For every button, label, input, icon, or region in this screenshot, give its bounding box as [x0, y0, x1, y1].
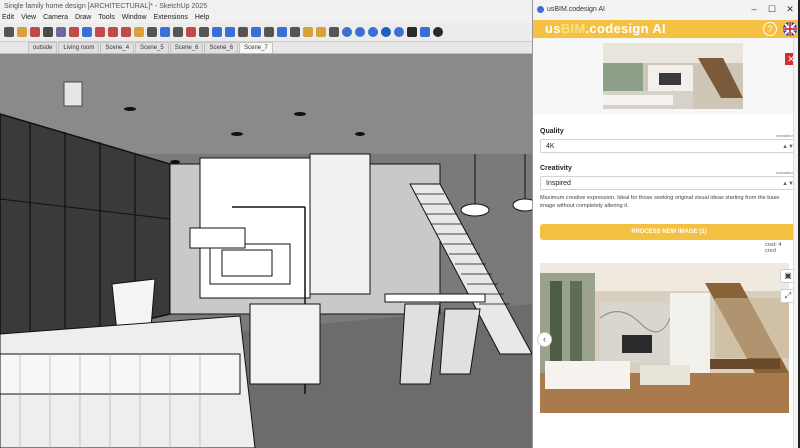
- push-pull-tool-icon[interactable]: [82, 27, 92, 37]
- drop-icon-5[interactable]: [394, 27, 404, 37]
- menu-camera[interactable]: Camera: [43, 13, 68, 23]
- warehouse-icon[interactable]: [238, 27, 248, 37]
- orbit-tool-icon[interactable]: [186, 27, 196, 37]
- add-icon[interactable]: [433, 27, 443, 37]
- codesign-plugin-window: usBIM.codesign AI – ☐ ✕ usBIM.codesign A…: [532, 0, 800, 448]
- drop-icon-4[interactable]: [381, 27, 391, 37]
- tape-measure-icon[interactable]: [147, 27, 157, 37]
- menu-view[interactable]: View: [21, 13, 36, 23]
- zoom-extents-icon[interactable]: [225, 27, 235, 37]
- scene-tabs: outside Living room Scene_4 Scene_5 Scen…: [0, 42, 532, 54]
- cost-label: cost: 4 cred: [765, 242, 782, 254]
- extension-icon[interactable]: [251, 27, 261, 37]
- quality-value: 4K: [546, 143, 555, 150]
- tab-scene[interactable]: Living room: [58, 42, 100, 53]
- shape-tool-icon[interactable]: [69, 27, 79, 37]
- quality-label: Quality: [540, 128, 564, 135]
- menu-draw[interactable]: Draw: [75, 13, 91, 23]
- folder-icon[interactable]: [303, 27, 313, 37]
- offset-tool-icon[interactable]: [134, 27, 144, 37]
- menu-edit[interactable]: Edit: [2, 13, 14, 23]
- creativity-description: Maximum creative expression. Ideal for t…: [540, 195, 780, 209]
- save-icon[interactable]: [329, 27, 339, 37]
- select-tool-icon[interactable]: [4, 27, 14, 37]
- rotate-tool-icon[interactable]: [108, 27, 118, 37]
- pencil-tool-icon[interactable]: [30, 27, 40, 37]
- maximize-icon[interactable]: ☐: [765, 3, 779, 16]
- creativity-label: Creativity: [540, 165, 572, 172]
- sketchup-window-title: Single family home design [ARCHITECTURAL…: [4, 3, 208, 10]
- generated-image: [540, 263, 789, 413]
- move-tool-icon[interactable]: [95, 27, 105, 37]
- tab-scene[interactable]: Scene_4: [100, 42, 135, 53]
- tab-scene[interactable]: Scene_6: [169, 42, 204, 53]
- plugin-window-title: usBIM.codesign AI: [547, 6, 605, 13]
- previous-image-arrow[interactable]: ‹: [537, 332, 552, 347]
- base-image-thumbnail: [603, 43, 743, 109]
- model-viewport[interactable]: [0, 54, 532, 448]
- text-tool-icon[interactable]: [173, 27, 183, 37]
- open-icon[interactable]: [316, 27, 326, 37]
- creativity-value: Inspired: [546, 180, 571, 187]
- process-image-button[interactable]: PROCESS NEW IMAGE (1): [540, 224, 798, 240]
- usbim-logo: usBIM.codesign AI: [545, 21, 666, 36]
- menu-tools[interactable]: Tools: [98, 13, 114, 23]
- arc-tool-icon[interactable]: [56, 27, 66, 37]
- line-tool-icon[interactable]: [43, 27, 53, 37]
- tab-scene[interactable]: Scene_6: [204, 42, 239, 53]
- tab-scene-active[interactable]: Scene_7: [239, 42, 273, 53]
- zoom-tool-icon[interactable]: [212, 27, 222, 37]
- language-flag-icon[interactable]: [783, 22, 797, 36]
- magnet-icon[interactable]: [407, 27, 417, 37]
- sketchup-toolbar: [0, 23, 532, 42]
- styles-icon[interactable]: [290, 27, 300, 37]
- app-icon: [537, 6, 544, 13]
- pan-tool-icon[interactable]: [199, 27, 209, 37]
- model-drawing: [0, 54, 532, 448]
- quality-select[interactable]: 4K ▲▼: [540, 139, 798, 153]
- layout-icon[interactable]: [264, 27, 274, 37]
- codesign-plugin-icon[interactable]: [420, 27, 430, 37]
- menu-help[interactable]: Help: [195, 13, 209, 23]
- sketchup-title-bar: Single family home design [ARCHITECTURAL…: [0, 0, 532, 13]
- dimension-tool-icon[interactable]: [160, 27, 170, 37]
- eraser-tool-icon[interactable]: [17, 27, 27, 37]
- menu-extensions[interactable]: Extensions: [154, 13, 188, 23]
- sketchup-window: Single family home design [ARCHITECTURAL…: [0, 0, 532, 448]
- base-image-panel: [533, 38, 793, 114]
- sketchup-menu-bar: Edit View Camera Draw Tools Window Exten…: [0, 13, 532, 23]
- help-button[interactable]: ?: [763, 22, 777, 36]
- close-icon[interactable]: ✕: [783, 3, 797, 16]
- scale-tool-icon[interactable]: [121, 27, 131, 37]
- plugin-header: usBIM.codesign AI ?: [533, 20, 800, 38]
- minimize-icon[interactable]: –: [747, 3, 761, 16]
- plugin-body: ✕ Quality mandatory 4K ▲▼ Creativity man…: [533, 38, 798, 448]
- tab-scene[interactable]: Scene_5: [135, 42, 169, 53]
- menu-window[interactable]: Window: [122, 13, 147, 23]
- drop-icon-2[interactable]: [355, 27, 365, 37]
- section-plane-icon[interactable]: [277, 27, 287, 37]
- plugin-title-bar: usBIM.codesign AI – ☐ ✕: [533, 0, 800, 20]
- tab-scene[interactable]: outside: [28, 42, 58, 53]
- drop-icon-1[interactable]: [342, 27, 352, 37]
- drop-icon-3[interactable]: [368, 27, 378, 37]
- creativity-select[interactable]: Inspired ▲▼: [540, 176, 798, 190]
